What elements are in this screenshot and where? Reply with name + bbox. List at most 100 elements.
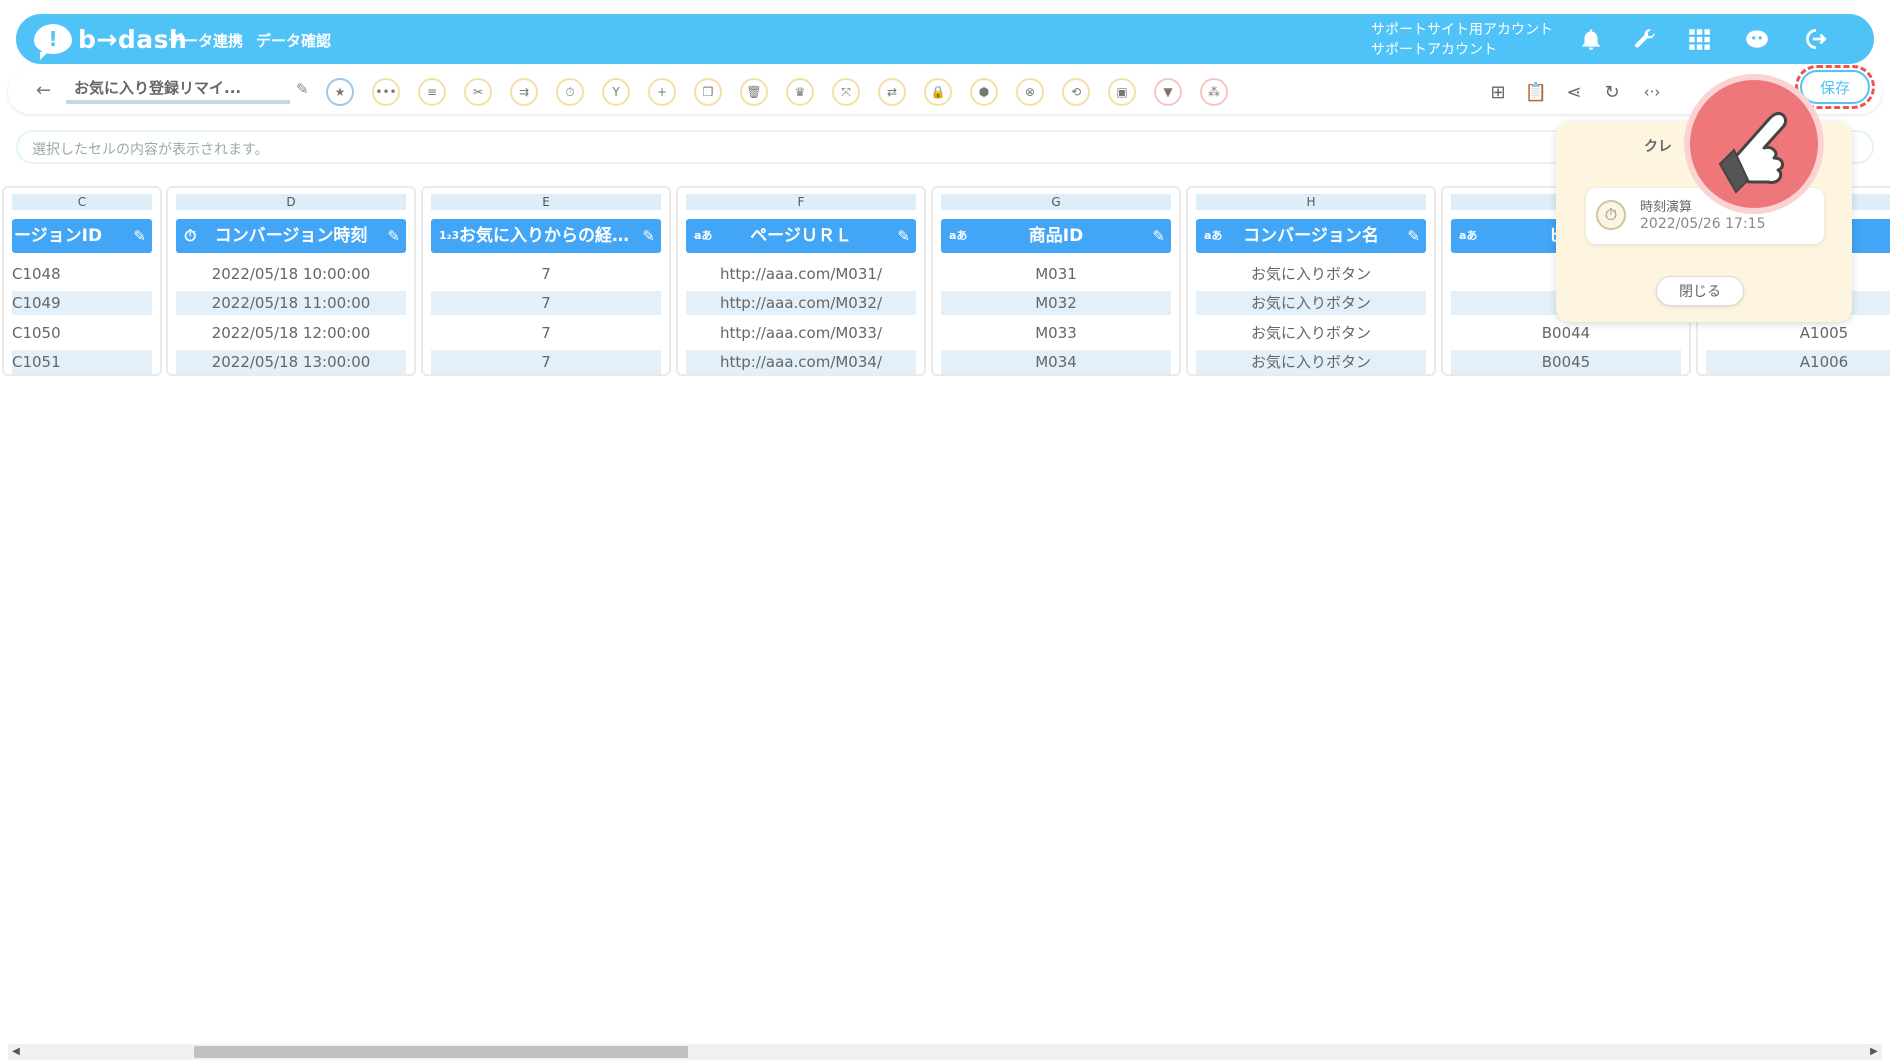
column-header[interactable]: aあ コンバージョン名 ✎ (1196, 219, 1426, 253)
column-f: F aあ ページＵＲＬ ✎ http://aaa.com/M031/ http:… (676, 186, 926, 376)
expand-icon[interactable]: ⤧ (832, 78, 860, 106)
grid-dots-icon[interactable]: ⁂ (1200, 78, 1228, 106)
code-icon[interactable]: ‹·› (1638, 78, 1666, 106)
sheet-name-field[interactable]: お気に入り登録リマイ... (66, 78, 290, 104)
column-header[interactable]: aあ ページＵＲＬ ✎ (686, 219, 916, 253)
popup-title: クレ (1644, 139, 1672, 155)
close-button[interactable]: 閉じる (1656, 276, 1744, 306)
table-cell[interactable]: 7 (431, 291, 661, 315)
cancel-icon[interactable]: ⊗ (1016, 78, 1044, 106)
account-info[interactable]: サポートサイト用アカウント サポートアカウント (1371, 20, 1553, 60)
table-cell[interactable]: 7 (431, 321, 661, 345)
scroll-right-arrow-icon[interactable]: ▶ (1866, 1044, 1882, 1060)
copy-icon[interactable]: ❐ (694, 78, 722, 106)
convert-icon[interactable]: ⟲ (1062, 78, 1090, 106)
back-arrow-icon[interactable]: ← (36, 80, 51, 101)
star-icon[interactable]: ★ (326, 78, 354, 106)
column-letter: C (12, 194, 152, 210)
refresh-icon[interactable]: ↻ (1598, 78, 1626, 106)
filter-icon[interactable]: ▼ (1154, 78, 1182, 106)
table-cell[interactable]: C1048 (12, 262, 152, 286)
nav-data-link[interactable]: データ連携 (168, 30, 243, 51)
table-cell[interactable]: M033 (941, 321, 1171, 345)
edit-column-icon[interactable]: ✎ (897, 219, 910, 253)
horizontal-scrollbar[interactable]: ◀ ▶ (8, 1044, 1882, 1060)
lock-icon[interactable]: 🔒 (924, 78, 952, 106)
trash-icon[interactable]: 🗑 (740, 78, 768, 106)
list-icon[interactable]: ≡ (418, 78, 446, 106)
logo-bubble-icon: ! (34, 24, 72, 60)
table-cell[interactable]: 2022/05/18 10:00:00 (176, 262, 406, 286)
bdash-logo[interactable]: ! b→dash (34, 22, 187, 60)
text-type-icon: aあ (1459, 229, 1478, 242)
more-icon[interactable]: ••• (372, 78, 400, 106)
edit-column-icon[interactable]: ✎ (133, 219, 146, 253)
table-cell[interactable]: A1005 (1706, 321, 1890, 345)
share-icon[interactable]: ⋖ (1560, 78, 1588, 106)
column-title: お気に入りからの経… (459, 226, 629, 246)
table-cell[interactable]: 2022/05/18 13:00:00 (176, 350, 406, 374)
bell-icon[interactable] (1576, 24, 1606, 54)
merge-icon[interactable]: ⇉ (510, 78, 538, 106)
table-cell[interactable]: http://aaa.com/M033/ (686, 321, 916, 345)
logout-icon[interactable] (1800, 24, 1830, 54)
table-cell[interactable]: A1006 (1706, 350, 1890, 374)
scroll-left-arrow-icon[interactable]: ◀ (8, 1044, 24, 1060)
wrench-icon[interactable] (1630, 24, 1660, 54)
column-g: G aあ 商品ID ✎ M031 M032 M033 M034 (931, 186, 1181, 376)
edit-column-icon[interactable]: ✎ (1407, 219, 1420, 253)
scissors-icon[interactable]: ✂ (464, 78, 492, 106)
edit-column-icon[interactable]: ✎ (1152, 219, 1165, 253)
table-cell[interactable]: 7 (431, 262, 661, 286)
frame-icon[interactable]: ▣ (1108, 78, 1136, 106)
column-title: ージョンID (14, 226, 103, 246)
table-cell[interactable]: お気に入りボタン (1196, 291, 1426, 315)
editor-toolbar: ← お気に入り登録リマイ... ✎ ★ ••• ≡ ✂ ⇉ ⏱ Y + ❐ 🗑 … (8, 70, 1882, 114)
timer-icon[interactable]: ⏱ (556, 78, 584, 106)
column-header[interactable]: ージョンID ✎ (12, 219, 152, 253)
table-cell[interactable]: C1049 (12, 291, 152, 315)
edit-column-icon[interactable]: ✎ (387, 219, 400, 253)
flow-icon[interactable]: ⊞ (1484, 78, 1512, 106)
table-cell[interactable]: B0044 (1451, 321, 1681, 345)
column-header[interactable]: 1₂3 お気に入りからの経… ✎ (431, 219, 661, 253)
table-cell[interactable]: C1050 (12, 321, 152, 345)
grid-apps-icon[interactable] (1684, 24, 1714, 54)
column-h: H aあ コンバージョン名 ✎ お気に入りボタン お気に入りボタン お気に入りボ… (1186, 186, 1436, 376)
table-cell[interactable]: M031 (941, 262, 1171, 286)
time-type-icon: ⏱ (184, 226, 197, 245)
table-cell[interactable]: お気に入りボタン (1196, 350, 1426, 374)
save-button[interactable]: 保存 (1800, 70, 1870, 104)
column-title: コンバージョン名 (1243, 226, 1379, 246)
table-cell[interactable]: 2022/05/18 11:00:00 (176, 291, 406, 315)
column-letter: H (1196, 194, 1426, 210)
column-d: D ⏱ コンバージョン時刻 ✎ 2022/05/18 10:00:00 2022… (166, 186, 416, 376)
table-cell[interactable]: M034 (941, 350, 1171, 374)
plus-icon[interactable]: + (648, 78, 676, 106)
crown-icon[interactable]: ♛ (786, 78, 814, 106)
chat-bot-icon[interactable] (1742, 24, 1772, 54)
clipboard-icon[interactable]: 📋 (1522, 78, 1550, 106)
column-header[interactable]: aあ 商品ID ✎ (941, 219, 1171, 253)
column-e: E 1₂3 お気に入りからの経… ✎ 7 7 7 7 (421, 186, 671, 376)
scroll-thumb[interactable] (194, 1046, 688, 1058)
text-type-icon: aあ (1204, 229, 1223, 242)
nav-data-check[interactable]: データ確認 (256, 30, 331, 51)
column-header[interactable]: ⏱ コンバージョン時刻 ✎ (176, 219, 406, 253)
edit-column-icon[interactable]: ✎ (642, 219, 655, 253)
table-cell[interactable]: http://aaa.com/M032/ (686, 291, 916, 315)
table-cell[interactable]: 2022/05/18 12:00:00 (176, 321, 406, 345)
repeat-icon[interactable]: ⇄ (878, 78, 906, 106)
table-cell[interactable]: http://aaa.com/M031/ (686, 262, 916, 286)
branch-icon[interactable]: Y (602, 78, 630, 106)
table-cell[interactable]: お気に入りボタン (1196, 321, 1426, 345)
rename-pencil-icon[interactable]: ✎ (296, 80, 309, 98)
table-cell[interactable]: 7 (431, 350, 661, 374)
table-cell[interactable]: お気に入りボタン (1196, 262, 1426, 286)
table-cell[interactable]: B0045 (1451, 350, 1681, 374)
table-cell[interactable]: http://aaa.com/M034/ (686, 350, 916, 374)
table-cell[interactable]: C1051 (12, 350, 152, 374)
column-c: C ージョンID ✎ C1048 C1049 C1050 C1051 (2, 186, 162, 376)
box-icon[interactable]: ⬢ (970, 78, 998, 106)
table-cell[interactable]: M032 (941, 291, 1171, 315)
